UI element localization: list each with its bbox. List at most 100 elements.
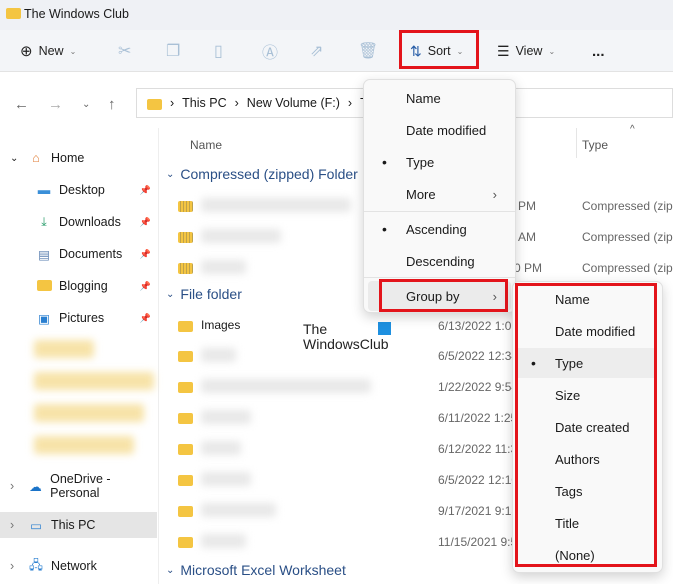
blurred-name	[201, 348, 236, 362]
folder-icon	[178, 537, 193, 548]
sidebar-item-onedrive[interactable]: ›☁OneDrive - Personal	[0, 473, 157, 499]
sort-by-date-modified[interactable]: Date modified	[364, 115, 515, 145]
file-row[interactable]	[178, 437, 241, 459]
share-icon: ⇗	[310, 41, 323, 61]
date-cell: 1/22/2022 9:54	[438, 380, 518, 394]
rename-button[interactable]: Ⓐ	[262, 38, 278, 64]
folder-icon	[147, 99, 162, 110]
delete-button[interactable]: 🗑	[358, 38, 378, 64]
sidebar-item-home[interactable]: ⌄⌂Home	[0, 145, 157, 171]
chevron-right-icon: ›	[10, 518, 14, 532]
sort-more[interactable]: More›	[364, 179, 515, 209]
date-cell: 6/5/2022 12:34	[438, 349, 518, 363]
selected-dot-icon: •	[382, 221, 387, 237]
group-header-file-folder[interactable]: ⌄ File folder	[166, 286, 242, 302]
recent-chevron-icon[interactable]: ⌄	[82, 99, 90, 110]
paste-button[interactable]: ▯	[214, 38, 223, 64]
sidebar-label: Network	[51, 559, 97, 573]
chevron-right-icon: ›	[10, 559, 14, 573]
blurred-item	[34, 436, 134, 454]
copy-button[interactable]: ❐	[166, 38, 180, 64]
cut-button[interactable]: ✂	[118, 38, 131, 64]
file-row[interactable]: Images	[178, 314, 240, 336]
copy-icon: ❐	[166, 41, 180, 61]
date-cell: 11/15/2021 9:5	[438, 535, 517, 549]
watermark-line2: WindowsClub	[303, 337, 389, 352]
breadcrumb-volume[interactable]: New Volume (F:)	[247, 96, 340, 110]
sidebar-item-blogging[interactable]: Blogging📌	[0, 273, 157, 299]
view-label: View	[516, 44, 543, 58]
menu-separator	[364, 211, 515, 212]
column-header-name[interactable]: Name	[190, 138, 222, 152]
title-bar: The Windows Club	[0, 0, 673, 30]
date-cell: AM	[518, 230, 536, 244]
new-button[interactable]: ⊕New⌄	[20, 38, 76, 64]
file-row[interactable]	[178, 499, 276, 521]
pin-icon: 📌	[140, 217, 151, 228]
file-row[interactable]	[178, 194, 351, 216]
group-label: Compressed (zipped) Folder	[180, 166, 357, 182]
date-cell: 0 PM	[514, 261, 542, 275]
date-cell: 9/17/2021 9:13	[438, 504, 518, 518]
file-row[interactable]	[178, 406, 251, 428]
sidebar-label: OneDrive - Personal	[50, 472, 157, 500]
more-options-button[interactable]: ...	[592, 38, 605, 64]
folder-icon	[6, 8, 21, 19]
chevron-right-icon: ›	[493, 187, 497, 202]
new-label: New	[39, 44, 64, 58]
forward-icon[interactable]: →	[48, 96, 63, 113]
group-header-compressed[interactable]: ⌄Compressed (zipped) Folder	[166, 166, 358, 182]
sort-by-name[interactable]: Name	[364, 83, 515, 113]
group-label: File folder	[180, 286, 241, 302]
date-cell: 6/5/2022 12:10	[438, 473, 518, 487]
column-divider	[576, 128, 577, 158]
view-button[interactable]: ☰View⌄	[497, 38, 555, 64]
sidebar-item-documents[interactable]: ▤Documents📌	[0, 241, 157, 267]
file-row[interactable]	[178, 375, 371, 397]
sidebar-item-this-pc[interactable]: ›▭This PC	[0, 512, 157, 538]
share-button[interactable]: ⇗	[310, 38, 323, 64]
sidebar-item-desktop[interactable]: ▬Desktop📌	[0, 177, 157, 203]
separator-icon: ›	[235, 96, 239, 110]
clipboard-icon: ▯	[214, 41, 223, 61]
sort-highlight-box	[399, 30, 479, 69]
zip-folder-icon	[178, 232, 193, 243]
menu-label: Date modified	[406, 123, 486, 138]
sidebar-item-network[interactable]: ›🖧Network	[0, 553, 157, 579]
watermark-line1: The	[303, 322, 389, 337]
breadcrumb-this-pc[interactable]: This PC	[182, 96, 226, 110]
sort-ascending[interactable]: •Ascending	[364, 214, 515, 244]
file-row[interactable]	[178, 225, 281, 247]
list-icon: ☰	[497, 43, 510, 60]
column-header-type[interactable]: Type	[582, 138, 608, 152]
group-header-excel[interactable]: ⌄Microsoft Excel Worksheet	[166, 562, 346, 578]
file-row[interactable]	[178, 256, 246, 278]
submenu-highlight-box	[515, 283, 657, 567]
up-icon[interactable]: ↑	[108, 96, 116, 113]
file-row[interactable]	[178, 530, 246, 552]
pictures-icon: ▣	[36, 311, 52, 326]
sort-by-type[interactable]: •Type	[364, 147, 515, 177]
sidebar-item-pictures[interactable]: ▣Pictures📌	[0, 305, 157, 331]
trash-icon: 🗑	[358, 41, 378, 61]
folder-icon	[178, 475, 193, 486]
sidebar-item-downloads[interactable]: ⤓Downloads📌	[0, 209, 157, 235]
zip-folder-icon	[178, 201, 193, 212]
date-cell: PM	[518, 199, 536, 213]
chevron-down-icon: ⌄	[166, 289, 174, 300]
back-icon[interactable]: ←	[14, 96, 29, 113]
file-row[interactable]	[178, 468, 251, 490]
chevron-down-icon: ⌄	[10, 153, 18, 164]
file-row[interactable]	[178, 344, 236, 366]
blurred-name	[201, 229, 281, 243]
folder-icon	[178, 506, 193, 517]
date-cell: 6/11/2022 1:25	[438, 411, 517, 425]
blurred-item	[34, 340, 94, 358]
group-by-highlight-box	[379, 279, 508, 312]
sidebar-label: Downloads	[59, 215, 121, 229]
sort-descending[interactable]: Descending	[364, 246, 515, 276]
sidebar-label: This PC	[51, 518, 95, 532]
sidebar-label: Pictures	[59, 311, 104, 325]
blurred-name	[201, 410, 251, 424]
rename-icon: Ⓐ	[262, 39, 278, 63]
